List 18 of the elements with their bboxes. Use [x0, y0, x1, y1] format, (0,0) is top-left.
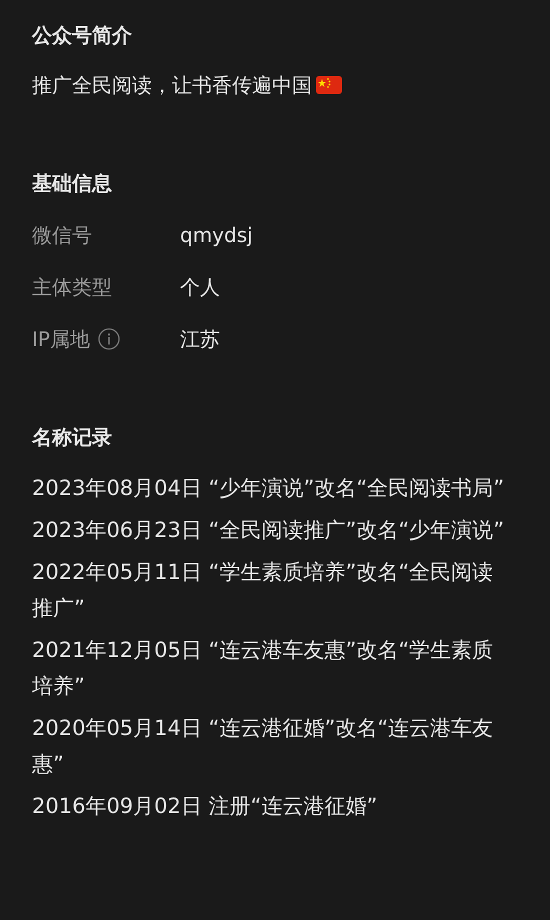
field-value: 个人	[180, 274, 220, 300]
field-label: 主体类型	[32, 274, 112, 300]
intro-text: 推广全民阅读，让书香传遍中国	[32, 72, 312, 99]
section-heading: 基础信息	[32, 170, 113, 197]
section-heading: 名称记录	[32, 424, 113, 451]
field-label: 微信号	[32, 222, 92, 248]
field-label: IP属地	[32, 326, 90, 352]
flag-icon	[316, 75, 342, 95]
name-record: 2021年12月05日 “连云港车友惠”改名“学生素质培养”	[32, 637, 494, 700]
name-record: 2020年05月14日 “连云港征婚”改名“连云港车友惠”	[32, 715, 494, 778]
name-record: 2022年05月11日 “学生素质培养”改名“全民阅读推广”	[32, 559, 494, 622]
field-value: qmydsj	[180, 223, 253, 247]
section-heading: 公众号简介	[32, 22, 133, 49]
info-icon[interactable]	[98, 328, 120, 350]
field-value: 江苏	[180, 326, 220, 352]
name-record: 2023年06月23日 “全民阅读推广”改名“少年演说”	[32, 517, 506, 544]
name-record: 2016年09月02日 注册“连云港征婚”	[32, 793, 378, 820]
name-record: 2023年08月04日 “少年演说”改名“全民阅读书局”	[32, 475, 506, 502]
